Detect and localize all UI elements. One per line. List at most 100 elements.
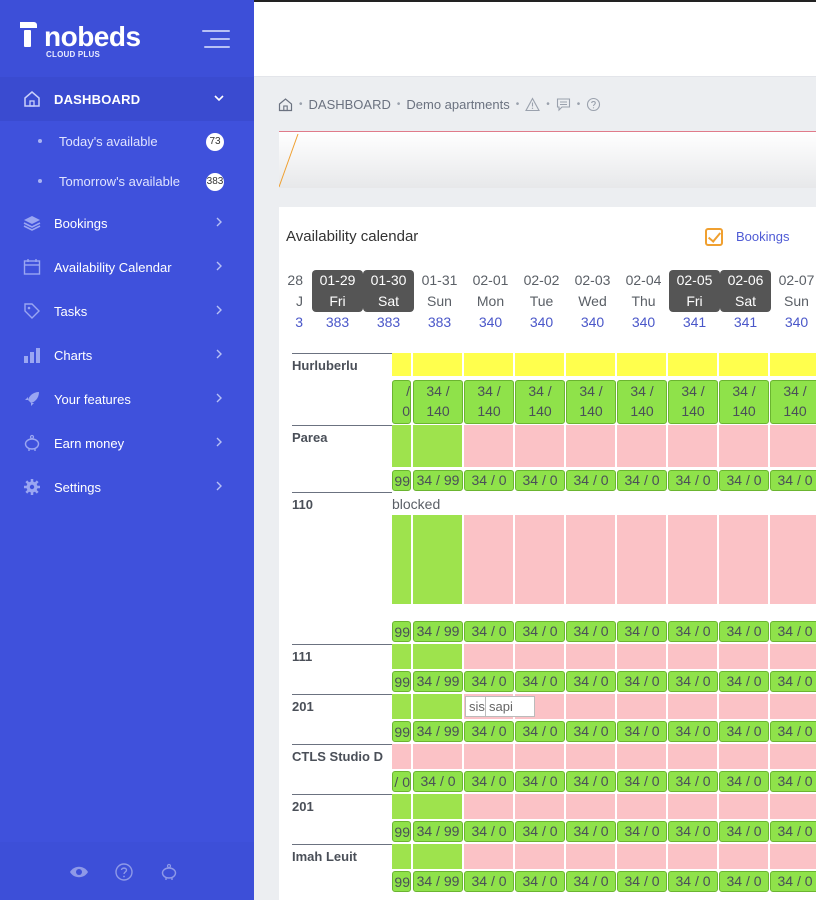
- day-header[interactable]: 02-03 Wed 340: [567, 270, 618, 340]
- sidebar-item-your-features[interactable]: Your features: [0, 377, 254, 421]
- calendar-cell-value[interactable]: 34 / 0: [668, 771, 718, 792]
- calendar-cell-value[interactable]: 34 / 0: [515, 821, 565, 842]
- calendar-cell-value[interactable]: 34 / 0: [566, 821, 616, 842]
- calendar-cell-value[interactable]: 34 / 0: [515, 771, 565, 792]
- sidebar-item-charts[interactable]: Charts: [0, 333, 254, 377]
- calendar-cell-value[interactable]: 34 / 0: [719, 470, 769, 491]
- comment-icon[interactable]: [556, 97, 571, 112]
- calendar-cell-value[interactable]: 34 / 0: [617, 721, 667, 742]
- calendar-cell-value[interactable]: 34 / 0: [770, 721, 816, 742]
- calendar-cell-value[interactable]: 34 / 0: [668, 721, 718, 742]
- sub-item-tomorrow-available[interactable]: Tomorrow's available 383: [0, 161, 254, 201]
- calendar-cell-value[interactable]: 34 / 0: [719, 621, 769, 642]
- calendar-cell-value[interactable]: 34 / 0: [668, 871, 718, 892]
- calendar-cell-value[interactable]: 34 / 0: [770, 671, 816, 692]
- calendar-cell-value[interactable]: 34 / 0: [566, 871, 616, 892]
- day-header[interactable]: 02-01 Mon 340: [465, 270, 516, 340]
- calendar-cell-value[interactable]: 34 / 140: [464, 380, 514, 424]
- calendar-cell-value[interactable]: 34 / 0: [719, 771, 769, 792]
- booking-tag[interactable]: sapi: [485, 696, 535, 717]
- help-icon[interactable]: [114, 862, 134, 882]
- calendar-cell-value[interactable]: 34 / 0: [668, 671, 718, 692]
- home-icon[interactable]: [278, 97, 293, 112]
- calendar-cell-value[interactable]: 34 / 99: [413, 621, 463, 642]
- calendar-cell-value[interactable]: 34 / 0: [566, 771, 616, 792]
- sidebar-item-settings[interactable]: Settings: [0, 465, 254, 509]
- piggy-bank-icon[interactable]: [159, 862, 179, 882]
- calendar-cell-value[interactable]: 34 / 0: [770, 871, 816, 892]
- calendar-cell-value[interactable]: 34 / 0: [770, 621, 816, 642]
- calendar-cell-value[interactable]: 34 / 140: [566, 380, 616, 424]
- eye-icon[interactable]: [69, 862, 89, 882]
- room-label[interactable]: 110: [292, 492, 392, 512]
- calendar-cell-value[interactable]: 34 / 0: [617, 821, 667, 842]
- warning-icon[interactable]: [525, 96, 541, 112]
- calendar-cell-value[interactable]: 34 / 0: [668, 470, 718, 491]
- calendar-cell-value[interactable]: 34 / 140: [617, 380, 667, 424]
- calendar-cell-value[interactable]: 34 / 0: [515, 871, 565, 892]
- calendar-cell-value[interactable]: 34 / 0: [413, 771, 463, 792]
- day-header[interactable]: 02-05 Fri 341: [669, 270, 720, 340]
- sub-item-today-available[interactable]: Today's available 73: [0, 121, 254, 161]
- breadcrumb-dashboard[interactable]: DASHBOARD: [309, 97, 391, 112]
- calendar-cell-value[interactable]: 34 / 0: [464, 821, 514, 842]
- bookings-checkbox[interactable]: [705, 228, 723, 246]
- room-label[interactable]: Hurluberlu: [292, 353, 392, 373]
- calendar-cell-value[interactable]: 34 / 0: [464, 771, 514, 792]
- sidebar-item-bookings[interactable]: Bookings: [0, 201, 254, 245]
- room-label[interactable]: Imah Leuit: [292, 844, 392, 864]
- calendar-cell-value[interactable]: 34 / 140: [770, 380, 816, 424]
- day-header[interactable]: 02-06 Sat 341: [720, 270, 771, 340]
- day-header[interactable]: 02-02 Tue 340: [516, 270, 567, 340]
- calendar-cell-value[interactable]: 34 / 0: [719, 721, 769, 742]
- calendar-cell-value[interactable]: 34 / 0: [566, 470, 616, 491]
- calendar-cell-value[interactable]: 34 / 0: [617, 470, 667, 491]
- calendar-cell-value[interactable]: 34 / 0: [617, 671, 667, 692]
- day-header[interactable]: 02-04 Thu 340: [618, 270, 669, 340]
- room-label[interactable]: 111: [292, 644, 392, 664]
- calendar-cell-value[interactable]: 34 / 0: [464, 621, 514, 642]
- day-header[interactable]: 01-29 Fri 383: [312, 270, 363, 340]
- day-header[interactable]: 01-31 Sun 383: [414, 270, 465, 340]
- calendar-cell-value[interactable]: 34 / 0: [719, 871, 769, 892]
- calendar-cell-value[interactable]: 34 / 0: [464, 470, 514, 491]
- calendar-cell-value[interactable]: / 0: [392, 771, 411, 792]
- calendar-cell-value[interactable]: 34 / 0: [668, 621, 718, 642]
- calendar-cell-value[interactable]: 99: [392, 871, 411, 892]
- bookings-toggle-label[interactable]: Bookings: [736, 229, 789, 244]
- calendar-cell-value[interactable]: / 0: [392, 380, 411, 424]
- calendar-cell-value[interactable]: 34 / 0: [464, 721, 514, 742]
- menu-toggle-icon[interactable]: [202, 30, 230, 50]
- calendar-cell-value[interactable]: 34 / 0: [770, 470, 816, 491]
- calendar-cell-value[interactable]: 34 / 0: [515, 470, 565, 491]
- help-icon[interactable]: [586, 97, 601, 112]
- room-label[interactable]: CTLS Studio D: [292, 744, 392, 764]
- room-label[interactable]: Parea: [292, 425, 392, 445]
- calendar-cell-value[interactable]: 34 / 0: [770, 821, 816, 842]
- calendar-cell-value[interactable]: 34 / 0: [719, 821, 769, 842]
- calendar-cell-value[interactable]: 34 / 0: [668, 821, 718, 842]
- calendar-cell-value[interactable]: 34 / 0: [566, 671, 616, 692]
- calendar-cell-value[interactable]: 34 / 99: [413, 721, 463, 742]
- calendar-cell-value[interactable]: 99: [392, 621, 411, 642]
- calendar-cell-value[interactable]: 34 / 0: [464, 871, 514, 892]
- room-label[interactable]: 201: [292, 694, 392, 714]
- calendar-cell-value[interactable]: 34 / 99: [413, 671, 463, 692]
- calendar-cell-value[interactable]: 34 / 0: [617, 621, 667, 642]
- calendar-cell-value[interactable]: 99: [392, 671, 411, 692]
- brand-name[interactable]: nobeds: [44, 20, 141, 54]
- calendar-cell-value[interactable]: 34 / 0: [719, 671, 769, 692]
- calendar-cell-value[interactable]: 34 / 0: [566, 721, 616, 742]
- calendar-cell-value[interactable]: 34 / 99: [413, 871, 463, 892]
- nav-dashboard[interactable]: DASHBOARD: [0, 77, 254, 121]
- calendar-cell-value[interactable]: 34 / 140: [515, 380, 565, 424]
- calendar-cell-value[interactable]: 34 / 0: [515, 621, 565, 642]
- calendar-cell-value[interactable]: 34 / 140: [719, 380, 769, 424]
- sidebar-item-earn-money[interactable]: Earn money: [0, 421, 254, 465]
- calendar-cell-value[interactable]: 34 / 0: [515, 671, 565, 692]
- sidebar-item-tasks[interactable]: Tasks: [0, 289, 254, 333]
- calendar-cell-value[interactable]: 34 / 140: [413, 380, 463, 424]
- calendar-cell-value[interactable]: 34 / 140: [668, 380, 718, 424]
- calendar-cell-value[interactable]: 34 / 0: [617, 771, 667, 792]
- calendar-cell-value[interactable]: 34 / 0: [464, 671, 514, 692]
